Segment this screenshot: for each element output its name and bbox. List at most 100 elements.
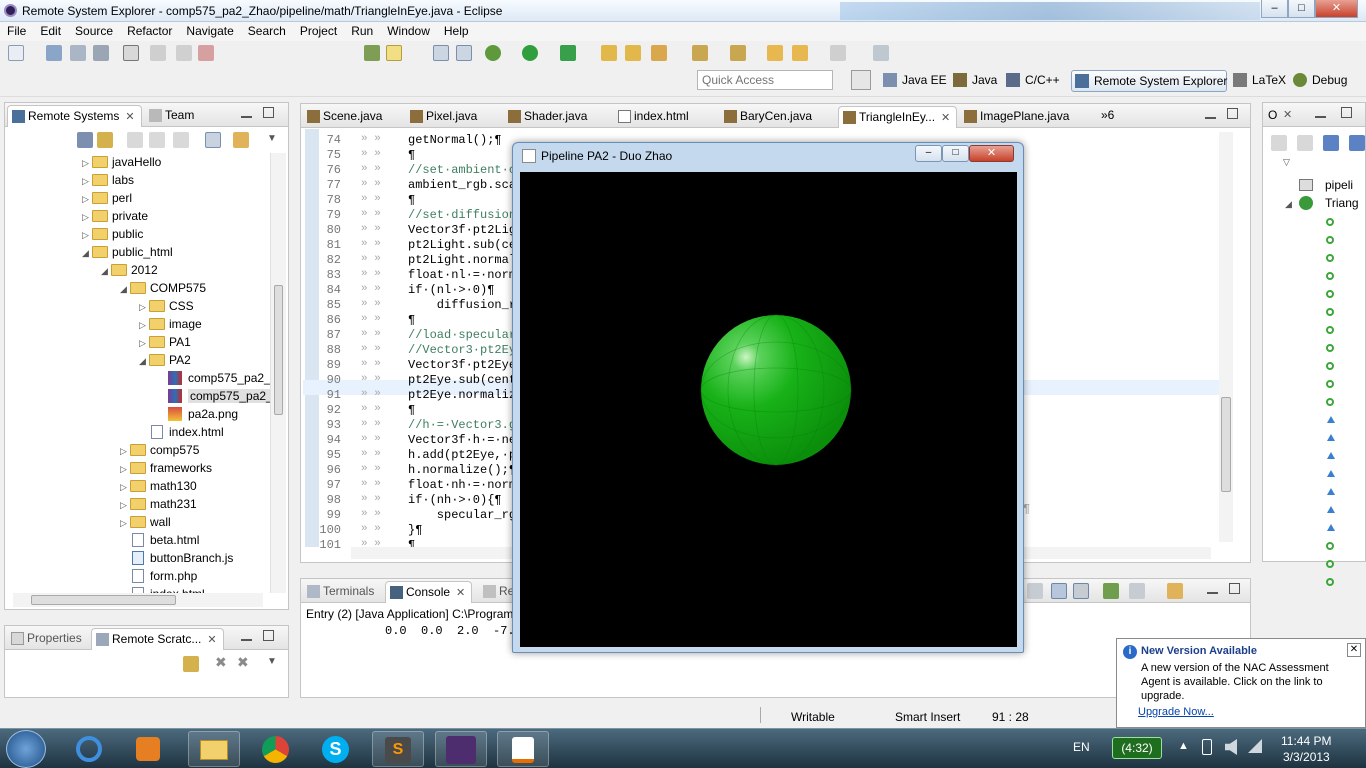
tree-item[interactable]: buttonBranch.js (120, 551, 233, 569)
code-line[interactable]: diffusion_r (408, 298, 516, 312)
tree-item[interactable]: comp575_pa2_ (158, 389, 270, 407)
hide-fields-icon[interactable] (1323, 135, 1339, 151)
hscroll-thumb[interactable] (31, 595, 176, 605)
java-maximize-button[interactable]: □ (942, 145, 969, 162)
collapsed-arrow-icon[interactable]: ▷ (82, 230, 92, 241)
close-tab-icon[interactable]: ✕ (941, 112, 950, 124)
code-line[interactable]: //Vector3·pt2Ey (408, 343, 516, 357)
java-taskbar-icon[interactable] (497, 731, 549, 767)
tab-shader-java[interactable]: Shader.java (504, 106, 593, 128)
code-line[interactable]: ¶ (408, 313, 415, 327)
code-line[interactable]: pt2Light.normal (408, 253, 516, 267)
code-line[interactable]: Vector3f·pt2Eye (408, 358, 516, 372)
pin-console-icon[interactable] (1103, 583, 1119, 599)
code-line[interactable]: if·(nl·>·0)¶ (408, 283, 494, 297)
collapsed-arrow-icon[interactable]: ▷ (120, 518, 130, 529)
tree-item[interactable]: ◢ public_html (82, 245, 173, 263)
collapse-all-icon[interactable] (205, 132, 221, 148)
scrollbar-thumb[interactable] (274, 285, 283, 415)
open-perspective-icon[interactable] (851, 70, 871, 90)
tree-item[interactable]: ▷ private (82, 209, 148, 227)
volume-icon[interactable] (1225, 739, 1237, 755)
binary-icon[interactable] (123, 45, 139, 61)
last-edit-icon[interactable] (767, 45, 783, 61)
code-line[interactable]: //set·ambient·c (408, 163, 516, 177)
maximize-button[interactable]: □ (1288, 0, 1315, 18)
word-wrap-icon[interactable] (1073, 583, 1089, 599)
tray-expand-icon[interactable]: ▲ (1178, 740, 1189, 752)
save-all-icon[interactable] (70, 45, 86, 61)
field-icon[interactable] (1327, 434, 1335, 441)
back-nav-icon[interactable] (127, 132, 143, 148)
method-icon[interactable] (1326, 254, 1334, 262)
open-scratchpad-icon[interactable] (183, 656, 199, 672)
tree-vertical-scrollbar[interactable] (270, 153, 286, 593)
method-icon[interactable] (1326, 290, 1334, 298)
new-package-icon[interactable] (601, 45, 617, 61)
show-whitespace-icon[interactable] (433, 45, 449, 61)
collapsed-arrow-icon[interactable]: ▷ (120, 500, 130, 511)
expanded-arrow-icon[interactable]: ◢ (82, 248, 92, 259)
remove-icon[interactable]: ✖ (215, 654, 227, 671)
java-close-button[interactable]: ✕ (969, 145, 1014, 162)
tree-item[interactable]: ▷ public (82, 227, 143, 245)
minimize-view-icon[interactable] (1315, 107, 1326, 118)
perspective-java[interactable]: Java (950, 70, 1001, 92)
perspective-java-ee[interactable]: Java EE (880, 70, 951, 92)
close-button[interactable]: ✕ (1315, 0, 1358, 18)
code-line[interactable]: ambient_rgb.sca (408, 178, 516, 192)
display-console-icon[interactable] (1129, 583, 1145, 599)
code-line[interactable]: pt2Light.sub(ce (408, 238, 516, 252)
tree-item[interactable]: ▷ math130 (120, 479, 197, 497)
expand-arrow-icon[interactable]: ◢ (1285, 199, 1292, 210)
method-icon[interactable] (1326, 218, 1334, 226)
tree-item[interactable]: ▷ labs (82, 173, 134, 191)
collapsed-arrow-icon[interactable]: ▷ (82, 176, 92, 187)
close-tab-icon[interactable]: ✕ (125, 111, 134, 123)
tree-item[interactable]: form.php (120, 569, 197, 587)
method-icon[interactable] (1326, 362, 1334, 370)
code-line[interactable]: //set·diffusion (408, 208, 516, 222)
collapsed-arrow-icon[interactable]: ▷ (139, 320, 149, 331)
code-line[interactable]: specular_rg (408, 508, 516, 522)
tab-scene-java[interactable]: Scene.java (303, 106, 388, 128)
code-line[interactable]: h.normalize();¶ (408, 463, 516, 477)
block-select-icon[interactable] (456, 45, 472, 61)
menu-edit[interactable]: Edit (33, 22, 68, 41)
minimize-view-icon[interactable] (1205, 108, 1216, 119)
outline-package[interactable]: pipeli (1325, 178, 1353, 192)
console-output[interactable]: 0.0 0.0 2.0 -7. (385, 624, 515, 638)
tab-console[interactable]: Console ✕ (385, 581, 473, 603)
back-icon[interactable] (792, 45, 808, 61)
code-line[interactable]: ¶ (408, 148, 415, 162)
maximize-view-icon[interactable] (263, 630, 274, 641)
method-icon[interactable] (1326, 326, 1334, 334)
tree-item[interactable]: ◢ 2012 (101, 263, 158, 281)
outline-class[interactable]: Triang (1325, 196, 1359, 210)
menu-project[interactable]: Project (293, 22, 344, 41)
next-annotation-icon[interactable] (692, 45, 708, 61)
tree-item[interactable]: ▷ wall (120, 515, 171, 533)
skip-icon[interactable] (150, 45, 166, 61)
scroll-lock-icon[interactable] (1051, 583, 1067, 599)
code-line[interactable]: float·nl·=·norm (408, 268, 516, 282)
suspend-icon[interactable] (176, 45, 192, 61)
prev-annotation-icon[interactable] (730, 45, 746, 61)
code-line[interactable]: float·nh·=·norm (408, 478, 516, 492)
method-icon[interactable] (1326, 380, 1334, 388)
menu-run[interactable]: Run (344, 22, 380, 41)
method-icon[interactable] (1326, 578, 1334, 586)
collapsed-arrow-icon[interactable]: ▷ (139, 302, 149, 313)
highlight-icon[interactable] (386, 45, 402, 61)
menu-help[interactable]: Help (437, 22, 476, 41)
maximize-view-icon[interactable] (1227, 108, 1238, 119)
home-icon[interactable] (173, 132, 189, 148)
tab-triangleineye-java[interactable]: TriangleInEy... ✕ (838, 106, 958, 128)
method-icon[interactable] (1326, 308, 1334, 316)
close-tab-icon[interactable]: ✕ (1283, 108, 1292, 121)
eclipse-taskbar-icon[interactable] (435, 731, 487, 767)
view-menu-icon[interactable]: ▼ (267, 133, 277, 144)
sublime-taskbar-icon[interactable]: S (372, 731, 424, 767)
hide-static-icon[interactable] (1349, 135, 1365, 151)
tab-barycen-java[interactable]: BaryCen.java (720, 106, 818, 128)
